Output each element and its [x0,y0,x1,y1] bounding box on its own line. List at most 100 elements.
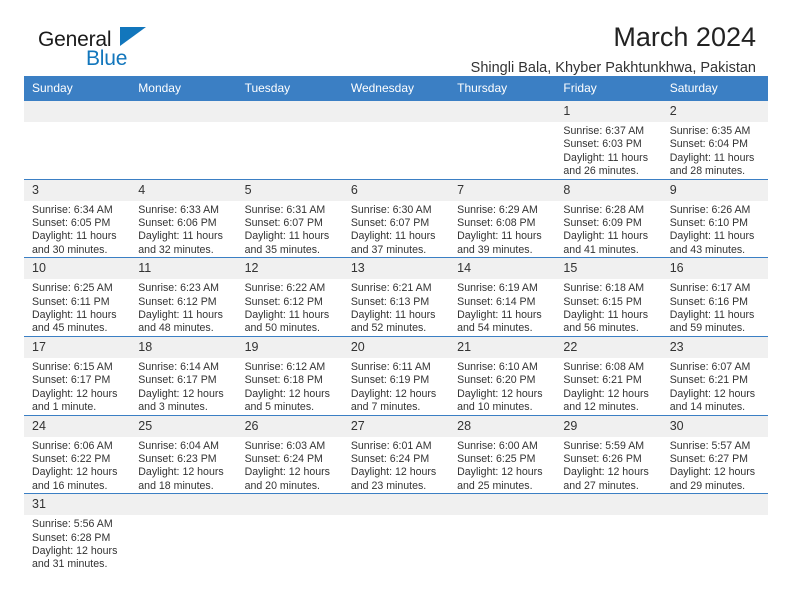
day-number: 3 [24,179,131,201]
daylight-text-line1: Daylight: 12 hours [138,387,224,400]
day-cell-inner [449,101,556,179]
daylight-text-line1: Daylight: 11 hours [32,309,117,322]
sunrise-text: Sunrise: 6:10 AM [457,360,538,373]
calendar-day-cell[interactable]: 20 Sunrise: 6:11 AM Sunset: 6:19 PM Dayligh… [342,335,450,415]
calendar-empty-cell [449,101,556,180]
sunrise-text: Sunrise: 6:14 AM [138,360,219,373]
calendar-day-cell[interactable]: 13 Sunrise: 6:21 AM Sunset: 6:13 PM Dayligh… [342,257,450,337]
sunset-text: Sunset: 6:16 PM [669,295,749,308]
calendar-empty-cell [342,101,450,180]
calendar-day-cell[interactable]: 3 Sunrise: 6:34 AM Sunset: 6:05 PM Daylight… [24,178,131,258]
calendar-header-row: Sunday Monday Tuesday Wednesday Thursday… [24,76,768,101]
weekday-header-thursday: Thursday [449,76,556,101]
calendar-day-cell[interactable]: 12 Sunrise: 6:22 AM Sunset: 6:12 PM Dayligh… [236,257,343,337]
calendar-day-cell[interactable]: 11 Sunrise: 6:23 AM Sunset: 6:12 PM Dayligh… [130,257,237,337]
daylight-text-line2: and 30 minutes. [32,243,108,256]
day-sun-info: Sunrise: 6:06 AM Sunset: 6:22 PM Daylight:… [24,437,130,494]
sunrise-text: Sunrise: 6:12 AM [244,360,326,373]
day-number: 14 [449,258,556,280]
day-sun-info: Sunrise: 6:17 AM Sunset: 6:16 PM Daylight:… [662,279,768,336]
day-number [130,101,237,122]
day-number: 2 [661,101,768,122]
calendar-day-cell[interactable]: 27 Sunrise: 6:01 AM Sunset: 6:24 PM Dayligh… [342,414,450,494]
daylight-text-line2: and 12 minutes. [563,401,639,414]
calendar-day-cell[interactable]: 28 Sunrise: 6:00 AM Sunset: 6:25 PM Dayligh… [449,414,556,494]
logo-flag-icon [120,27,146,46]
day-sun-info: Sunrise: 5:56 AM Sunset: 6:28 PM Daylight:… [24,515,130,572]
calendar-day-cell[interactable]: 26 Sunrise: 6:03 AM Sunset: 6:24 PM Dayligh… [236,414,343,494]
general-blue-logo[interactable]: General Blue [24,22,164,70]
day-cell-inner: 7 Sunrise: 6:29 AM Sunset: 6:08 PM Daylight… [449,179,556,258]
calendar-day-cell[interactable]: 7 Sunrise: 6:29 AM Sunset: 6:08 PM Daylight… [449,178,556,258]
day-number: 21 [449,336,556,358]
day-sun-info: Sunrise: 6:21 AM Sunset: 6:13 PM Daylight:… [343,279,449,336]
day-cell-inner: 1 Sunrise: 6:37 AM Sunset: 6:03 PM Daylight… [555,101,662,179]
day-number: 23 [661,336,768,358]
calendar-day-cell[interactable]: 15 Sunrise: 6:18 AM Sunset: 6:15 PM Dayligh… [555,257,662,337]
calendar-day-cell[interactable]: 1 Sunrise: 6:37 AM Sunset: 6:03 PM Daylight… [555,101,662,180]
sunset-text: Sunset: 6:03 PM [563,138,642,151]
sunrise-text: Sunrise: 6:15 AM [32,360,113,373]
calendar-day-cell[interactable]: 25 Sunrise: 6:04 AM Sunset: 6:23 PM Dayligh… [130,414,237,494]
calendar-day-cell[interactable]: 6 Sunrise: 6:30 AM Sunset: 6:07 PM Daylight… [342,178,450,258]
weekday-header-friday: Friday [555,76,662,101]
day-sun-info: Sunrise: 6:14 AM Sunset: 6:17 PM Daylight:… [130,358,236,415]
calendar-day-cell[interactable]: 18 Sunrise: 6:14 AM Sunset: 6:17 PM Dayligh… [130,335,237,415]
daylight-text-line2: and 23 minutes. [350,479,427,492]
daylight-text-line1: Daylight: 12 hours [244,387,330,400]
day-sun-info: Sunrise: 6:07 AM Sunset: 6:21 PM Daylight:… [662,358,768,415]
day-cell-inner: 10 Sunrise: 6:25 AM Sunset: 6:11 PM Dayligh… [24,258,131,336]
calendar-empty-cell [130,101,237,180]
calendar-day-cell[interactable]: 21 Sunrise: 6:10 AM Sunset: 6:20 PM Dayligh… [449,335,556,415]
daylight-text-line2: and 43 minutes. [669,243,746,256]
calendar-day-cell[interactable]: 14 Sunrise: 6:19 AM Sunset: 6:14 PM Dayligh… [449,257,556,337]
day-sun-info: Sunrise: 6:08 AM Sunset: 6:21 PM Daylight:… [555,358,661,415]
calendar-day-cell[interactable]: 10 Sunrise: 6:25 AM Sunset: 6:11 PM Dayligh… [24,257,131,337]
sunset-text: Sunset: 6:13 PM [350,295,430,308]
day-sun-info: Sunrise: 6:28 AM Sunset: 6:09 PM Daylight:… [555,201,661,258]
day-number: 26 [236,415,343,437]
day-number [342,494,450,516]
calendar-day-cell[interactable]: 30 Sunrise: 5:57 AM Sunset: 6:27 PM Dayligh… [661,414,768,494]
day-number: 17 [24,336,131,358]
calendar-day-cell[interactable]: 17 Sunrise: 6:15 AM Sunset: 6:17 PM Dayligh… [24,335,131,415]
daylight-text-line1: Daylight: 11 hours [563,230,649,243]
calendar-day-cell[interactable]: 8 Sunrise: 6:28 AM Sunset: 6:09 PM Daylight… [555,178,662,258]
day-cell-inner: 21 Sunrise: 6:10 AM Sunset: 6:20 PM Dayligh… [449,336,556,415]
daylight-text-line2: and 3 minutes. [138,401,208,414]
calendar-day-cell[interactable]: 16 Sunrise: 6:17 AM Sunset: 6:16 PM Dayligh… [661,257,768,337]
sunset-text: Sunset: 6:17 PM [32,374,111,387]
day-number: 15 [555,258,662,280]
sunset-text: Sunset: 6:09 PM [563,217,642,230]
calendar-day-cell[interactable]: 2 Sunrise: 6:35 AM Sunset: 6:04 PM Daylight… [661,101,768,180]
day-number [24,101,131,122]
calendar-day-cell[interactable]: 4 Sunrise: 6:33 AM Sunset: 6:06 PM Daylight… [130,178,237,258]
calendar-day-cell[interactable]: 22 Sunrise: 6:08 AM Sunset: 6:21 PM Dayligh… [555,335,662,415]
day-cell-inner: 9 Sunrise: 6:26 AM Sunset: 6:10 PM Daylight… [661,179,768,258]
day-number: 11 [130,258,237,280]
day-number [449,101,556,122]
calendar-day-cell[interactable]: 23 Sunrise: 6:07 AM Sunset: 6:21 PM Dayligh… [661,335,768,415]
sunrise-text: Sunrise: 6:34 AM [32,203,113,216]
daylight-text-line2: and 48 minutes. [138,322,214,335]
sunrise-text: Sunrise: 6:07 AM [669,360,751,373]
calendar-day-cell[interactable]: 31 Sunrise: 5:56 AM Sunset: 6:28 PM Dayligh… [24,493,131,573]
sunset-text: Sunset: 6:21 PM [669,374,749,387]
day-cell-inner [236,494,343,572]
calendar-day-cell[interactable]: 9 Sunrise: 6:26 AM Sunset: 6:10 PM Daylight… [661,178,768,258]
daylight-text-line2: and 35 minutes. [244,243,320,256]
daylight-text-line2: and 56 minutes. [563,322,639,335]
daylight-text-line1: Daylight: 11 hours [350,230,436,243]
sunset-text: Sunset: 6:20 PM [457,374,536,387]
daylight-text-line2: and 59 minutes. [669,322,746,335]
calendar-day-cell[interactable]: 5 Sunrise: 6:31 AM Sunset: 6:07 PM Daylight… [236,178,343,258]
daylight-text-line1: Daylight: 11 hours [138,309,223,322]
sunset-text: Sunset: 6:07 PM [350,217,430,230]
calendar-day-cell[interactable]: 29 Sunrise: 5:59 AM Sunset: 6:26 PM Dayligh… [555,414,662,494]
day-sun-info: Sunrise: 6:04 AM Sunset: 6:23 PM Daylight:… [130,437,236,494]
day-number: 8 [555,179,662,201]
day-number: 20 [342,336,450,358]
calendar-day-cell[interactable]: 19 Sunrise: 6:12 AM Sunset: 6:18 PM Dayligh… [236,335,343,415]
calendar-day-cell[interactable]: 24 Sunrise: 6:06 AM Sunset: 6:22 PM Dayligh… [24,414,131,494]
daylight-text-line1: Daylight: 12 hours [457,387,543,400]
